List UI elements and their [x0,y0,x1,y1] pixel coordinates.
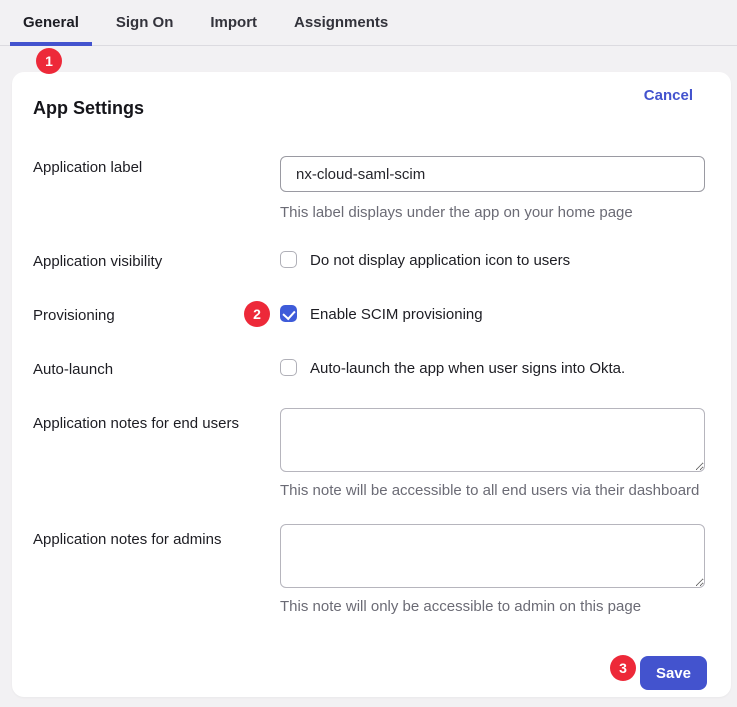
tab-sign-on[interactable]: Sign On [103,0,187,45]
notes-end-users-field-label: Application notes for end users [33,414,239,434]
annotation-step-2-badge: 2 [244,301,270,327]
save-button[interactable]: Save [640,656,707,690]
auto-launch-field-label: Auto-launch [33,360,113,380]
tab-general[interactable]: General [10,0,92,45]
auto-launch-checkbox-label[interactable]: Auto-launch the app when user signs into… [310,360,625,378]
app-settings-page: General Sign On Import Assignments 1 App… [0,0,737,707]
application-visibility-checkbox[interactable] [280,251,297,268]
cancel-link[interactable]: Cancel [644,86,693,106]
application-label-helper-text: This label displays under the app on you… [280,203,633,223]
notes-admins-helper-text: This note will only be accessible to adm… [280,597,641,617]
provisioning-field-label: Provisioning [33,306,115,326]
page-title: App Settings [33,96,144,120]
annotation-step-1-badge: 1 [36,48,62,74]
application-label-input[interactable] [280,156,705,192]
auto-launch-checkbox[interactable] [280,359,297,376]
tab-import[interactable]: Import [197,0,270,45]
app-settings-card: App Settings Cancel Application label Th… [12,72,731,697]
notes-admins-field-label: Application notes for admins [33,530,221,550]
notes-end-users-textarea[interactable] [280,408,705,472]
enable-scim-provisioning-checkbox-label[interactable]: Enable SCIM provisioning [310,306,483,324]
notes-admins-textarea[interactable] [280,524,705,588]
tab-bar: General Sign On Import Assignments [0,0,737,46]
application-visibility-checkbox-label[interactable]: Do not display application icon to users [310,252,570,270]
annotation-step-3-badge: 3 [610,655,636,681]
enable-scim-provisioning-checkbox[interactable] [280,305,297,322]
notes-end-users-helper-text: This note will be accessible to all end … [280,481,699,501]
tab-assignments[interactable]: Assignments [281,0,401,45]
application-visibility-field-label: Application visibility [33,252,162,272]
application-label-field-label: Application label [33,158,142,178]
